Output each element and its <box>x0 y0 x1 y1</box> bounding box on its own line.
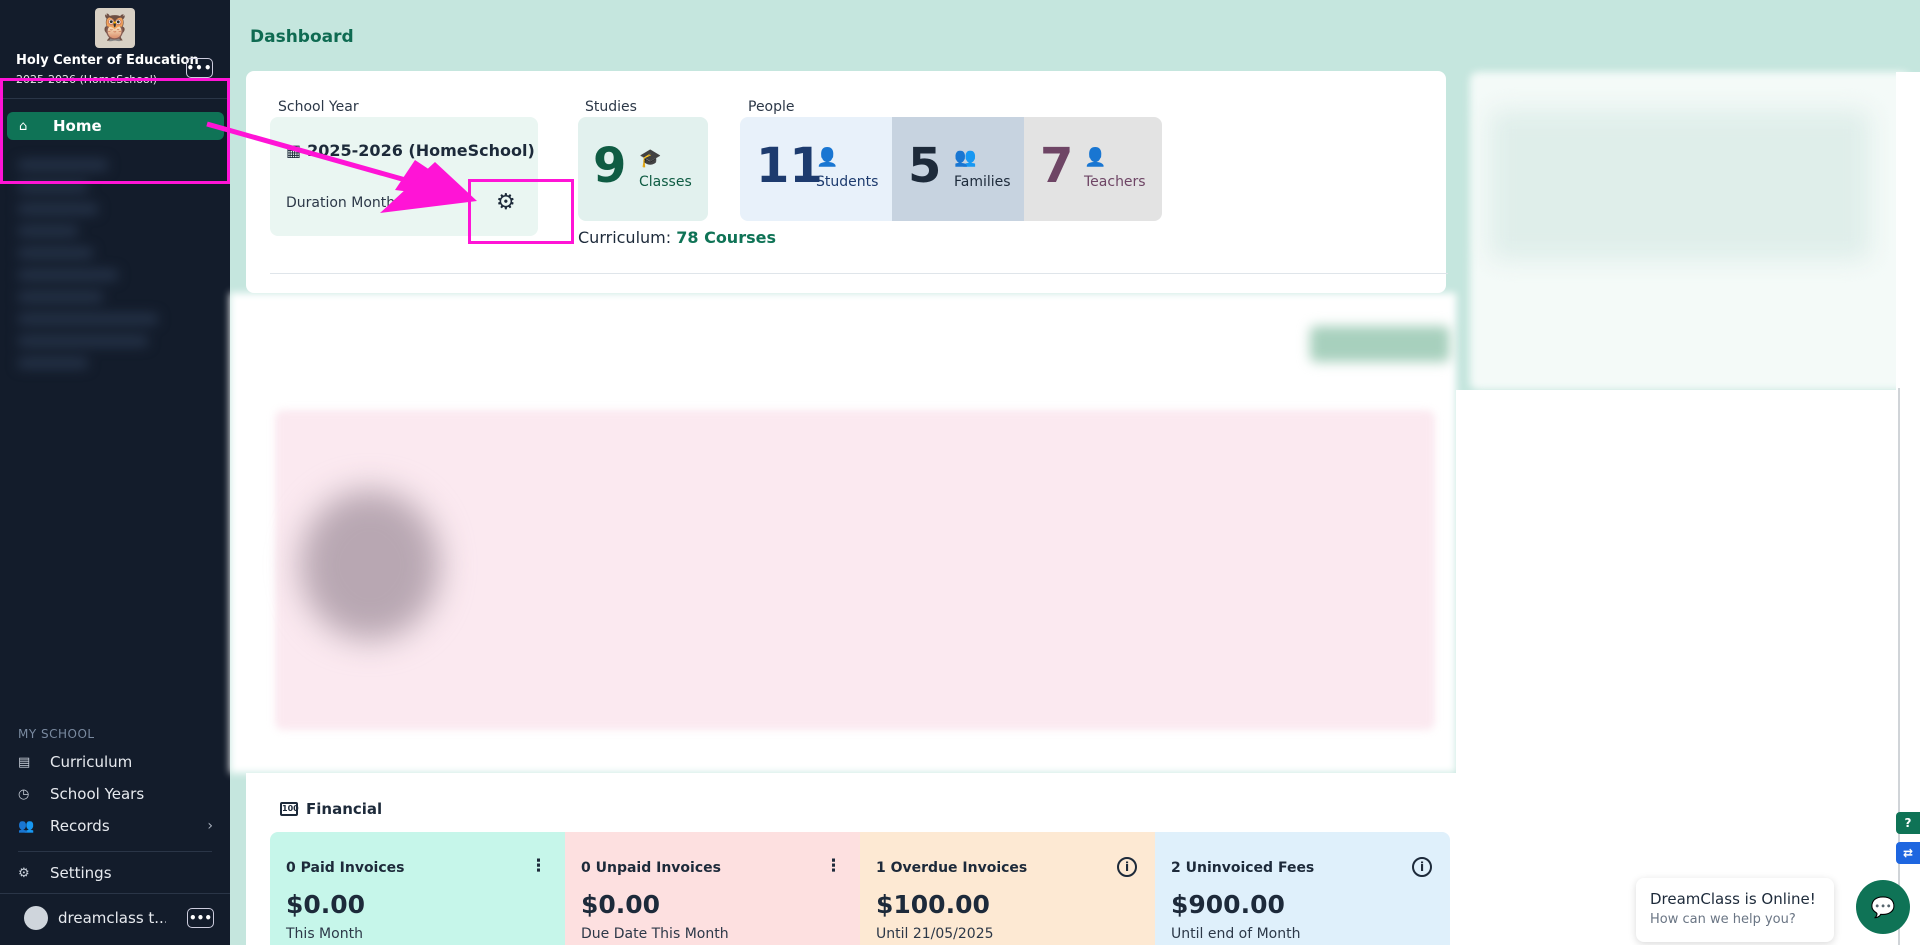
students-card[interactable]: 11 👤 Students <box>740 117 892 221</box>
user-menu[interactable]: dreamclass t... ••• <box>24 906 214 930</box>
avatar <box>24 906 48 930</box>
blurred-button <box>1310 326 1450 362</box>
support-tab[interactable]: ⇄ <box>1896 842 1920 864</box>
teacher-icon: 👤 <box>1084 147 1107 168</box>
teachers-count: 7 <box>1040 138 1074 194</box>
overdue-invoices-card[interactable]: 1 Overdue Invoices i $100.00 Until 21/05… <box>860 832 1155 945</box>
user-icon: 👤 <box>816 147 839 168</box>
kebab-menu-icon[interactable]: ⋮ <box>825 856 842 876</box>
students-count: 11 <box>756 138 823 194</box>
user-more-button[interactable]: ••• <box>187 908 214 928</box>
uninvoiced-fees-label: 2 Uninvoiced Fees <box>1171 860 1315 876</box>
paid-invoices-label: 0 Paid Invoices <box>286 860 405 876</box>
graduation-cap-icon: 🎓 <box>639 148 662 169</box>
book-icon: ▤ <box>18 754 31 770</box>
kebab-menu-icon[interactable]: ⋮ <box>530 856 547 876</box>
teachers-card[interactable]: 7 👤 Teachers <box>1024 117 1162 221</box>
highlight-arrow <box>206 121 477 213</box>
sidebar-item-curriculum[interactable]: ▤ Curriculum <box>18 751 213 773</box>
info-icon[interactable]: i <box>1412 856 1432 877</box>
help-tab[interactable]: ? <box>1896 812 1920 834</box>
blurred-nav-items <box>18 150 198 540</box>
teachers-label: Teachers <box>1084 174 1146 190</box>
unpaid-invoices-sub: Due Date This Month <box>581 926 729 942</box>
clock-icon: ◷ <box>18 786 30 802</box>
school-more-button[interactable]: ••• <box>186 58 213 78</box>
students-label: Students <box>816 174 879 190</box>
people-group-label: People <box>748 99 795 115</box>
curriculum-summary: Curriculum: 78 Courses <box>578 228 776 247</box>
user-name: dreamclass t... <box>58 909 166 927</box>
users-icon: 👥 <box>954 147 977 168</box>
sidebar-item-label: Settings <box>50 864 112 882</box>
blurred-graphic <box>300 490 440 640</box>
hundred-icon: 100 <box>280 802 299 816</box>
school-name: Holy Center of Education <box>16 53 199 68</box>
sidebar-item-label: School Years <box>50 785 145 803</box>
page-title: Dashboard <box>250 27 354 47</box>
school-logo[interactable]: 🦉 <box>95 8 135 48</box>
sidebar-divider <box>18 851 212 852</box>
classes-count: 9 <box>593 138 627 194</box>
sidebar-item-school-years[interactable]: ◷ School Years <box>18 783 213 805</box>
info-icon[interactable]: i <box>1117 856 1137 877</box>
uninvoiced-fees-sub: Until end of Month <box>1171 926 1301 942</box>
unpaid-invoices-card[interactable]: 0 Unpaid Invoices ⋮ $0.00 Due Date This … <box>565 832 860 945</box>
people-cards: 11 👤 Students 5 👥 Families 7 👤 Teachers <box>740 117 1162 221</box>
sidebar-item-settings[interactable]: ⚙ Settings <box>18 862 213 884</box>
families-label: Families <box>954 174 1011 190</box>
right-panel <box>1456 390 1896 945</box>
families-count: 5 <box>908 138 942 194</box>
blurred-right-content <box>1490 110 1870 260</box>
highlight-box-home <box>0 78 230 184</box>
paid-invoices-sub: This Month <box>286 926 363 942</box>
section-divider <box>270 273 1448 274</box>
chat-title: DreamClass is Online! <box>1650 890 1816 908</box>
sidebar-item-records[interactable]: 👥 Records › <box>18 815 213 837</box>
gear-icon: ⚙ <box>18 865 30 881</box>
uninvoiced-fees-card[interactable]: 2 Uninvoiced Fees i $900.00 Until end of… <box>1155 832 1450 945</box>
chat-icon: 💬 <box>1870 895 1896 919</box>
studies-group-label: Studies <box>585 99 637 115</box>
school-year-group-label: School Year <box>278 99 359 115</box>
paid-invoices-amount: $0.00 <box>286 890 366 919</box>
users-icon: 👥 <box>18 818 35 834</box>
classes-label: Classes <box>639 174 692 190</box>
overdue-invoices-label: 1 Overdue Invoices <box>876 860 1028 876</box>
unpaid-invoices-amount: $0.00 <box>581 890 661 919</box>
chat-button[interactable]: 💬 <box>1856 880 1910 934</box>
sidebar-divider <box>0 893 230 894</box>
section-label-my-school: MY SCHOOL <box>18 727 95 741</box>
chevron-right-icon: › <box>207 818 213 834</box>
chat-bubble[interactable]: DreamClass is Online! How can we help yo… <box>1636 878 1834 942</box>
financial-title: 100 Financial <box>280 800 383 818</box>
overdue-invoices-amount: $100.00 <box>876 890 990 919</box>
chat-subtitle: How can we help you? <box>1650 912 1796 927</box>
blurred-chart-area <box>275 410 1435 730</box>
sidebar-item-label: Records <box>50 817 110 835</box>
sidebar-item-label: Curriculum <box>50 753 133 771</box>
uninvoiced-fees-amount: $900.00 <box>1171 890 1285 919</box>
paid-invoices-card[interactable]: 0 Paid Invoices ⋮ $0.00 This Month <box>270 832 565 945</box>
unpaid-invoices-label: 0 Unpaid Invoices <box>581 860 721 876</box>
overdue-invoices-sub: Until 21/05/2025 <box>876 926 994 942</box>
families-card[interactable]: 5 👥 Families <box>892 117 1024 221</box>
courses-link[interactable]: 78 Courses <box>676 228 776 247</box>
